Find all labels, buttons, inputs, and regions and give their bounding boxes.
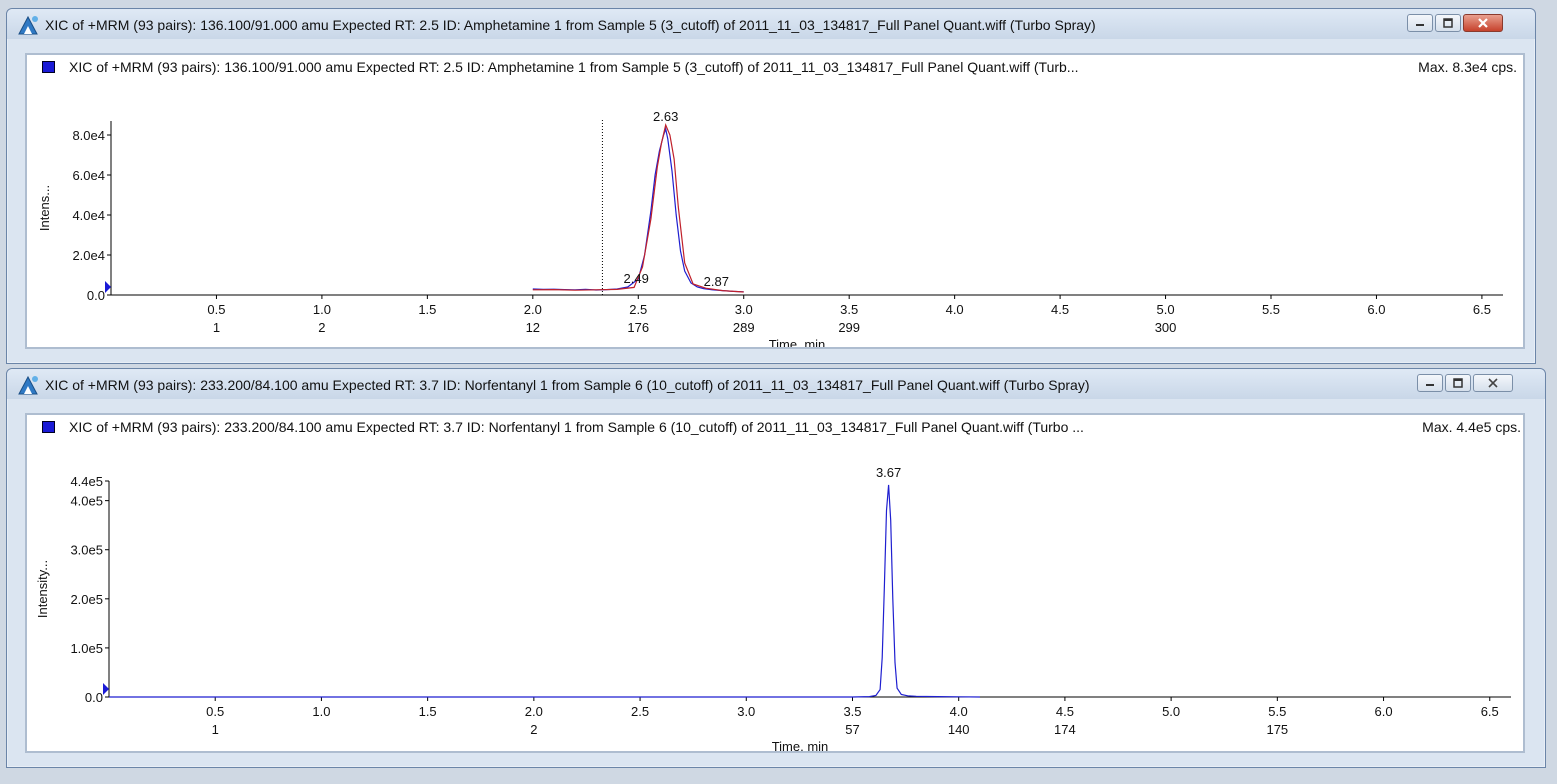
cycle-label: 174 bbox=[1054, 722, 1076, 737]
xic-chart[interactable]: 0.0 1.0e5 2.0e5 3.0e5 4.0e5 4.4e5 0.5 1.0 1.5 2.0… bbox=[27, 415, 1523, 751]
x-tick-label: 5.5 bbox=[1262, 302, 1280, 317]
y-axis-title: Intensity... bbox=[35, 560, 50, 618]
x-tick-label: 2.0 bbox=[525, 704, 543, 719]
cycle-label: 2 bbox=[318, 320, 325, 335]
close-icon bbox=[1478, 18, 1488, 28]
baseline-marker-icon bbox=[105, 281, 111, 293]
restore-icon bbox=[1453, 378, 1463, 388]
x-tick-label: 1.5 bbox=[418, 302, 436, 317]
x-tick-label: 1.0 bbox=[313, 302, 331, 317]
y-tick-label: 1.0e5 bbox=[70, 641, 103, 656]
chromatogram-window-1: XIC of +MRM (93 pairs): 136.100/91.000 a… bbox=[6, 8, 1536, 364]
restore-icon bbox=[1443, 18, 1453, 28]
cycle-label: 299 bbox=[838, 320, 860, 335]
x-axis-title: Time, min bbox=[769, 337, 826, 347]
y-tick-label: 4.0e5 bbox=[70, 494, 103, 509]
cycle-label: 1 bbox=[212, 722, 219, 737]
close-button[interactable] bbox=[1473, 374, 1513, 392]
window-2-controls bbox=[1415, 374, 1513, 392]
peak-label: 3.67 bbox=[876, 465, 901, 480]
x-tick-label: 5.5 bbox=[1268, 704, 1286, 719]
y-tick-label: 3.0e5 bbox=[70, 543, 103, 558]
cycle-label: 2 bbox=[530, 722, 537, 737]
x-tick-label: 4.0 bbox=[950, 704, 968, 719]
x-tick-label: 1.0 bbox=[312, 704, 330, 719]
minimize-button[interactable] bbox=[1407, 14, 1433, 32]
x-tick-label: 4.5 bbox=[1056, 704, 1074, 719]
baseline-marker-icon bbox=[103, 683, 109, 695]
cycle-label: 1 bbox=[213, 320, 220, 335]
y-tick-label: 0.0 bbox=[87, 288, 105, 303]
y-tick-label: 4.4e5 bbox=[70, 474, 103, 489]
series-line-0 bbox=[532, 126, 744, 293]
y-tick-label: 0.0 bbox=[85, 690, 103, 705]
x-tick-label: 6.0 bbox=[1367, 302, 1385, 317]
minimize-icon bbox=[1426, 384, 1434, 386]
y-tick-label: 6.0e4 bbox=[72, 168, 105, 183]
x-tick-label: 6.5 bbox=[1481, 704, 1499, 719]
x-tick-label: 3.5 bbox=[840, 302, 858, 317]
x-tick-label: 5.0 bbox=[1157, 302, 1175, 317]
x-tick-label: 2.5 bbox=[631, 704, 649, 719]
cycle-label: 175 bbox=[1266, 722, 1288, 737]
restore-button[interactable] bbox=[1435, 14, 1461, 32]
window-1-title: XIC of +MRM (93 pairs): 136.100/91.000 a… bbox=[45, 17, 1096, 33]
y-tick-label: 8.0e4 bbox=[72, 128, 105, 143]
y-axis-title: Intens... bbox=[37, 185, 52, 231]
close-button[interactable] bbox=[1463, 14, 1503, 32]
chart-panel-1: XIC of +MRM (93 pairs): 136.100/91.000 a… bbox=[25, 53, 1525, 349]
x-tick-label: 4.5 bbox=[1051, 302, 1069, 317]
peak-label: 2.87 bbox=[704, 274, 729, 289]
x-tick-label: 3.5 bbox=[843, 704, 861, 719]
x-axis-title: Time, min bbox=[772, 739, 829, 751]
restore-button[interactable] bbox=[1445, 374, 1471, 392]
window-2-titlebar[interactable]: XIC of +MRM (93 pairs): 233.200/84.100 a… bbox=[7, 369, 1545, 399]
x-tick-label: 1.5 bbox=[419, 704, 437, 719]
app-icon bbox=[18, 375, 38, 395]
series-line-0 bbox=[109, 484, 980, 698]
cycle-label: 57 bbox=[845, 722, 859, 737]
cycle-label: 300 bbox=[1155, 320, 1177, 335]
chromatogram-window-2: XIC of +MRM (93 pairs): 233.200/84.100 a… bbox=[6, 368, 1546, 768]
x-tick-label: 0.5 bbox=[207, 302, 225, 317]
close-icon bbox=[1488, 378, 1498, 388]
peak-label: 2.49 bbox=[624, 271, 649, 286]
x-tick-label: 3.0 bbox=[735, 302, 753, 317]
xic-chart[interactable]: 0.0 2.0e4 4.0e4 6.0e4 8.0e4 0.5 1.0 1.5 2.0 2.5 3.… bbox=[27, 55, 1523, 347]
chart-panel-2: XIC of +MRM (93 pairs): 233.200/84.100 a… bbox=[25, 413, 1525, 753]
x-tick-label: 0.5 bbox=[206, 704, 224, 719]
peak-label: 2.63 bbox=[653, 109, 678, 124]
x-tick-label: 6.0 bbox=[1375, 704, 1393, 719]
app-icon bbox=[18, 15, 38, 35]
window-1-controls bbox=[1405, 14, 1503, 32]
x-tick-label: 3.0 bbox=[737, 704, 755, 719]
window-1-titlebar[interactable]: XIC of +MRM (93 pairs): 136.100/91.000 a… bbox=[7, 9, 1535, 39]
cycle-label: 289 bbox=[733, 320, 755, 335]
series-line-1 bbox=[532, 123, 744, 293]
cycle-label: 12 bbox=[526, 320, 540, 335]
window-2-title: XIC of +MRM (93 pairs): 233.200/84.100 a… bbox=[45, 377, 1090, 393]
x-tick-label: 2.0 bbox=[524, 302, 542, 317]
x-tick-label: 4.0 bbox=[946, 302, 964, 317]
x-tick-label: 5.0 bbox=[1162, 704, 1180, 719]
minimize-button[interactable] bbox=[1417, 374, 1443, 392]
cycle-label: 176 bbox=[627, 320, 649, 335]
y-tick-label: 2.0e5 bbox=[70, 592, 103, 607]
cycle-label: 140 bbox=[948, 722, 970, 737]
x-tick-label: 2.5 bbox=[629, 302, 647, 317]
y-tick-label: 4.0e4 bbox=[72, 208, 105, 223]
minimize-icon bbox=[1416, 24, 1424, 26]
y-tick-label: 2.0e4 bbox=[72, 248, 105, 263]
x-tick-label: 6.5 bbox=[1473, 302, 1491, 317]
